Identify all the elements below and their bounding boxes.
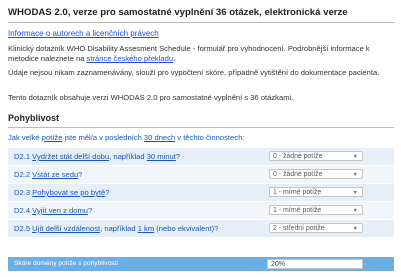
intro-text-1: Klinický dotazník WHO Disability Assesme… <box>8 44 370 64</box>
selected-value: 0 - žádné potíže <box>273 171 323 178</box>
domain-score-label: Skóre domény potíže s pohyblivostí <box>14 260 119 267</box>
authors-license-link[interactable]: Informace o autorech a licenčních právec… <box>8 29 159 38</box>
page-title: WHODAS 2.0, verze pro samostatné vyplněn… <box>8 7 348 18</box>
question-text: v těchto činnostech: <box>175 133 245 142</box>
czech-translation-link[interactable]: stránce českého překladu <box>87 54 174 63</box>
question-label: D2.4 Vyjít ven z domu? <box>14 206 93 215</box>
question-row-d2-1: D2.1 Vydržet stát delší dobu, například … <box>8 148 394 166</box>
section-divider <box>8 127 394 128</box>
answer-select-d2-5[interactable]: 2 - střední potíže ▼ <box>269 223 363 233</box>
question-emphasis: 30 dnech <box>143 133 176 142</box>
question-row-d2-4: D2.4 Vyjít ven z domu? 1 - mírné potíže … <box>8 202 394 220</box>
question-text: Jak velké <box>8 133 42 142</box>
selected-value: 1 - mírné potíže <box>273 189 322 196</box>
chevron-down-icon: ▼ <box>352 226 358 232</box>
intro-paragraph-2: Údaje nejsou nikam zaznamenávány, slouží… <box>8 68 380 77</box>
section-title-mobility: Pohyblivost <box>8 113 60 123</box>
answer-select-d2-3[interactable]: 1 - mírné potíže ▼ <box>269 187 363 197</box>
question-emphasis: potíže <box>41 133 63 142</box>
answer-select-d2-1[interactable]: 0 - žádné potíže ▼ <box>269 151 363 161</box>
whodas-form-page: WHODAS 2.0, verze pro samostatné vyplněn… <box>0 0 401 277</box>
question-label: D2.1 Vydržet stát delší dobu, například … <box>14 152 181 161</box>
intro-paragraph-3: Tento dotazník obsahuje verzi WHODAS 2.0… <box>8 93 294 102</box>
answer-select-d2-4[interactable]: 1 - mírné potíže ▼ <box>269 205 363 215</box>
section-question: Jak velké potíže jste měl/a v posledních… <box>8 133 244 142</box>
selected-value: 0 - žádné potíže <box>273 153 323 160</box>
domain-score-bar: Skóre domény potíže s pohyblivostí 20% <box>8 257 394 271</box>
question-label: D2.3 Pohybovat se po bytě? <box>14 188 110 197</box>
question-row-d2-2: D2.2 Vstát ze sedu? 0 - žádné potíže ▼ <box>8 166 394 184</box>
intro-paragraph-1: Klinický dotazník WHO Disability Assesme… <box>8 44 396 65</box>
domain-score-field[interactable]: 20% <box>267 259 363 269</box>
title-divider <box>8 22 394 23</box>
selected-value: 2 - střední potíže <box>273 225 325 232</box>
question-label: D2.5 Ujít delší vzdálenost, například 1 … <box>14 224 219 233</box>
chevron-down-icon: ▼ <box>352 172 358 178</box>
question-label: D2.2 Vstát ze sedu? <box>14 170 83 179</box>
chevron-down-icon: ▼ <box>352 190 358 196</box>
answer-select-d2-2[interactable]: 0 - žádné potíže ▼ <box>269 169 363 179</box>
selected-value: 1 - mírné potíže <box>273 207 322 214</box>
chevron-down-icon: ▼ <box>352 208 358 214</box>
intro-text-1-end: . <box>173 54 176 64</box>
question-row-d2-3: D2.3 Pohybovat se po bytě? 1 - mírné pot… <box>8 184 394 202</box>
question-row-d2-5: D2.5 Ujít delší vzdálenost, například 1 … <box>8 220 394 238</box>
chevron-down-icon: ▼ <box>352 154 358 160</box>
questions-table: D2.1 Vydržet stát delší dobu, například … <box>8 148 394 238</box>
question-text: jste měl/a v posledních <box>62 133 144 142</box>
